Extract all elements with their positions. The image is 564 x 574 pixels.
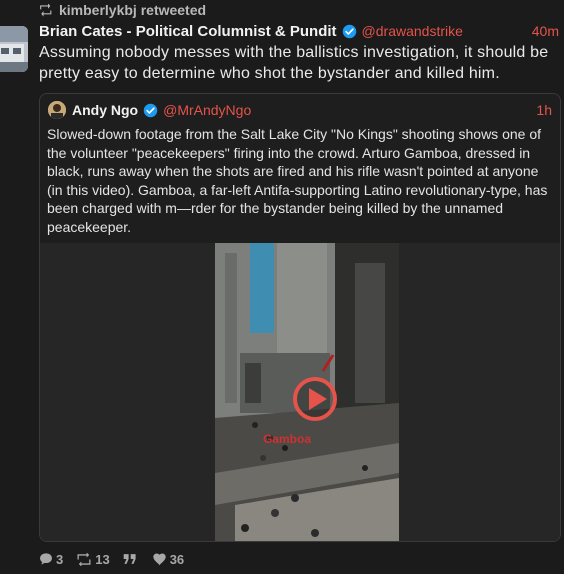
like-button[interactable]: 36 [153,552,184,567]
verified-icon [143,103,158,117]
author-avatar[interactable] [0,26,28,72]
reply-count: 3 [56,551,64,567]
heart-icon [153,553,166,565]
reply-icon [40,553,52,565]
quote-button[interactable] [123,553,140,565]
quote-header: Andy Ngo @MrAndyNgo 1h [48,100,552,120]
quoted-tweet[interactable]: Andy Ngo @MrAndyNgo 1h Slowed-down foota… [39,93,561,542]
tweet-header: Brian Cates - Political Columnist & Pund… [39,21,559,41]
play-icon[interactable] [292,376,338,422]
author-name[interactable]: Brian Cates - Political Columnist & Pund… [39,23,337,40]
reply-button[interactable]: 3 [39,552,63,567]
quote-author-name[interactable]: Andy Ngo [72,102,138,118]
tweet-timestamp[interactable]: 40m [532,23,559,39]
quote-author-avatar[interactable] [48,101,66,119]
retweet-icon [77,552,91,566]
quote-text: Slowed-down footage from the Salt Lake C… [47,126,548,235]
video-annotation: Gamboa [263,432,312,446]
media-container: Gamboa [40,243,560,541]
like-count: 36 [169,551,185,567]
verified-icon [342,24,356,38]
action-bar: 3 13 36 [39,550,184,568]
quote-timestamp[interactable]: 1h [536,102,552,118]
retweeted-by-label[interactable]: kimberlykbj retweeted [59,2,206,18]
retweet-context: kimberlykbj retweeted [39,1,206,19]
retweet-icon [40,3,52,17]
retweet-button[interactable]: 13 [76,551,110,567]
video-player[interactable]: Gamboa [215,243,399,541]
quote-icon [123,554,136,564]
tweet-text: Assuming nobody messes with the ballisti… [39,44,549,82]
author-handle[interactable]: @drawandstrike [362,23,463,39]
retweet-count: 13 [95,551,110,567]
quote-author-handle[interactable]: @MrAndyNgo [163,102,251,118]
